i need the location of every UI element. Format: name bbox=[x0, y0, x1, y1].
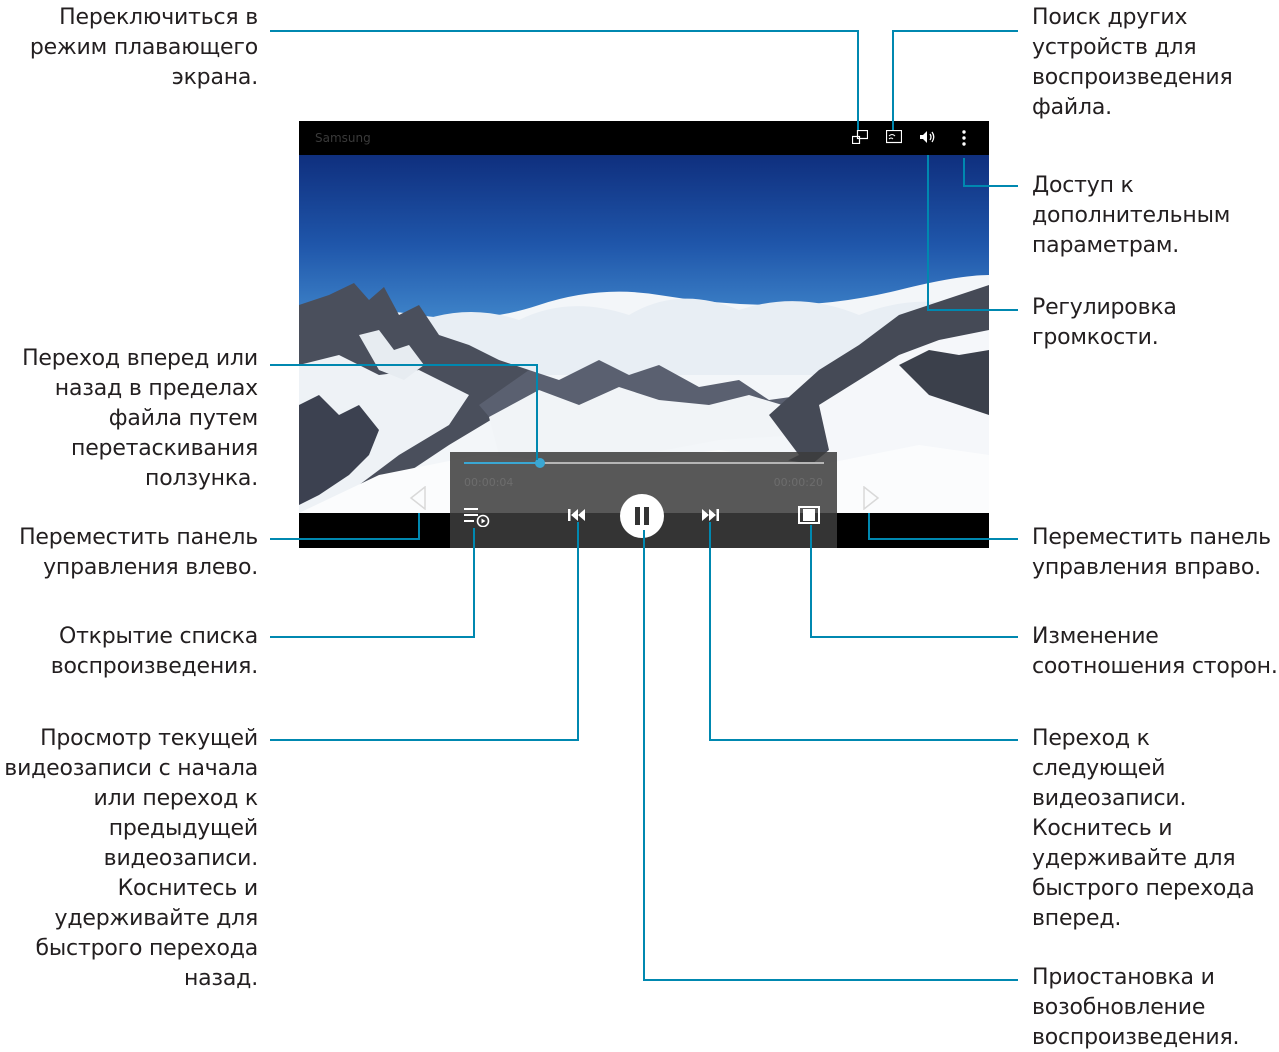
volume-icon[interactable] bbox=[919, 130, 937, 146]
callout-popup-mode: Переключиться в режим плавающего экрана. bbox=[29, 5, 258, 90]
callout-move-left: Переместить панель управления влево. bbox=[19, 525, 258, 580]
callout-seek: Переход вперед или назад в пределах файл… bbox=[22, 346, 258, 491]
popup-window-icon[interactable] bbox=[851, 129, 869, 146]
callout-more-options: Доступ к дополнительным параметрам. bbox=[1032, 173, 1231, 258]
time-elapsed: 00:00:04 bbox=[464, 476, 514, 489]
skip-next-icon[interactable] bbox=[701, 508, 719, 522]
callout-move-right: Переместить панель управления вправо. bbox=[1032, 525, 1271, 580]
video-title: Samsung bbox=[315, 131, 371, 145]
callout-pause: Приостановка и возобновление воспроизвед… bbox=[1032, 965, 1240, 1050]
move-right-arrow-icon[interactable] bbox=[862, 486, 880, 510]
volume-glyph bbox=[920, 131, 935, 143]
video-player-screen: Samsung 00:00:04 00:00:20 bbox=[299, 121, 989, 548]
seek-thumb[interactable] bbox=[534, 458, 545, 468]
callout-playlist: Открытие списка воспроизведения. bbox=[50, 624, 258, 679]
playlist-icon[interactable] bbox=[464, 507, 490, 527]
callout-next: Переход к следующей видеозаписи. Косните… bbox=[1032, 726, 1255, 931]
callout-volume: Регулировка громкости. bbox=[1032, 295, 1177, 350]
pause-icon-right-bar bbox=[644, 507, 649, 525]
screen-mirroring-glyph bbox=[885, 129, 903, 144]
time-total: 00:00:20 bbox=[773, 476, 823, 489]
callout-previous: Просмотр текущей видеозаписи с начала ил… bbox=[4, 726, 258, 991]
callout-aspect-ratio: Изменение соотношения сторон. bbox=[1032, 624, 1278, 679]
more-options-icon[interactable] bbox=[955, 130, 973, 146]
seek-bar[interactable] bbox=[464, 458, 824, 468]
popup-window-glyph bbox=[851, 129, 869, 145]
screen-mirroring-icon[interactable] bbox=[885, 129, 903, 146]
more-options-glyph bbox=[962, 130, 966, 146]
pause-icon-left-bar bbox=[635, 507, 640, 525]
playback-control-panel: 00:00:04 00:00:20 bbox=[450, 452, 837, 548]
skip-previous-icon[interactable] bbox=[568, 508, 586, 522]
callout-cast-devices: Поиск других устройств для воспроизведен… bbox=[1032, 5, 1233, 120]
pause-button[interactable] bbox=[620, 494, 664, 538]
seek-progress bbox=[464, 462, 540, 464]
move-left-arrow-icon[interactable] bbox=[409, 486, 427, 510]
aspect-ratio-icon[interactable] bbox=[798, 506, 820, 524]
player-top-bar: Samsung bbox=[299, 121, 989, 155]
